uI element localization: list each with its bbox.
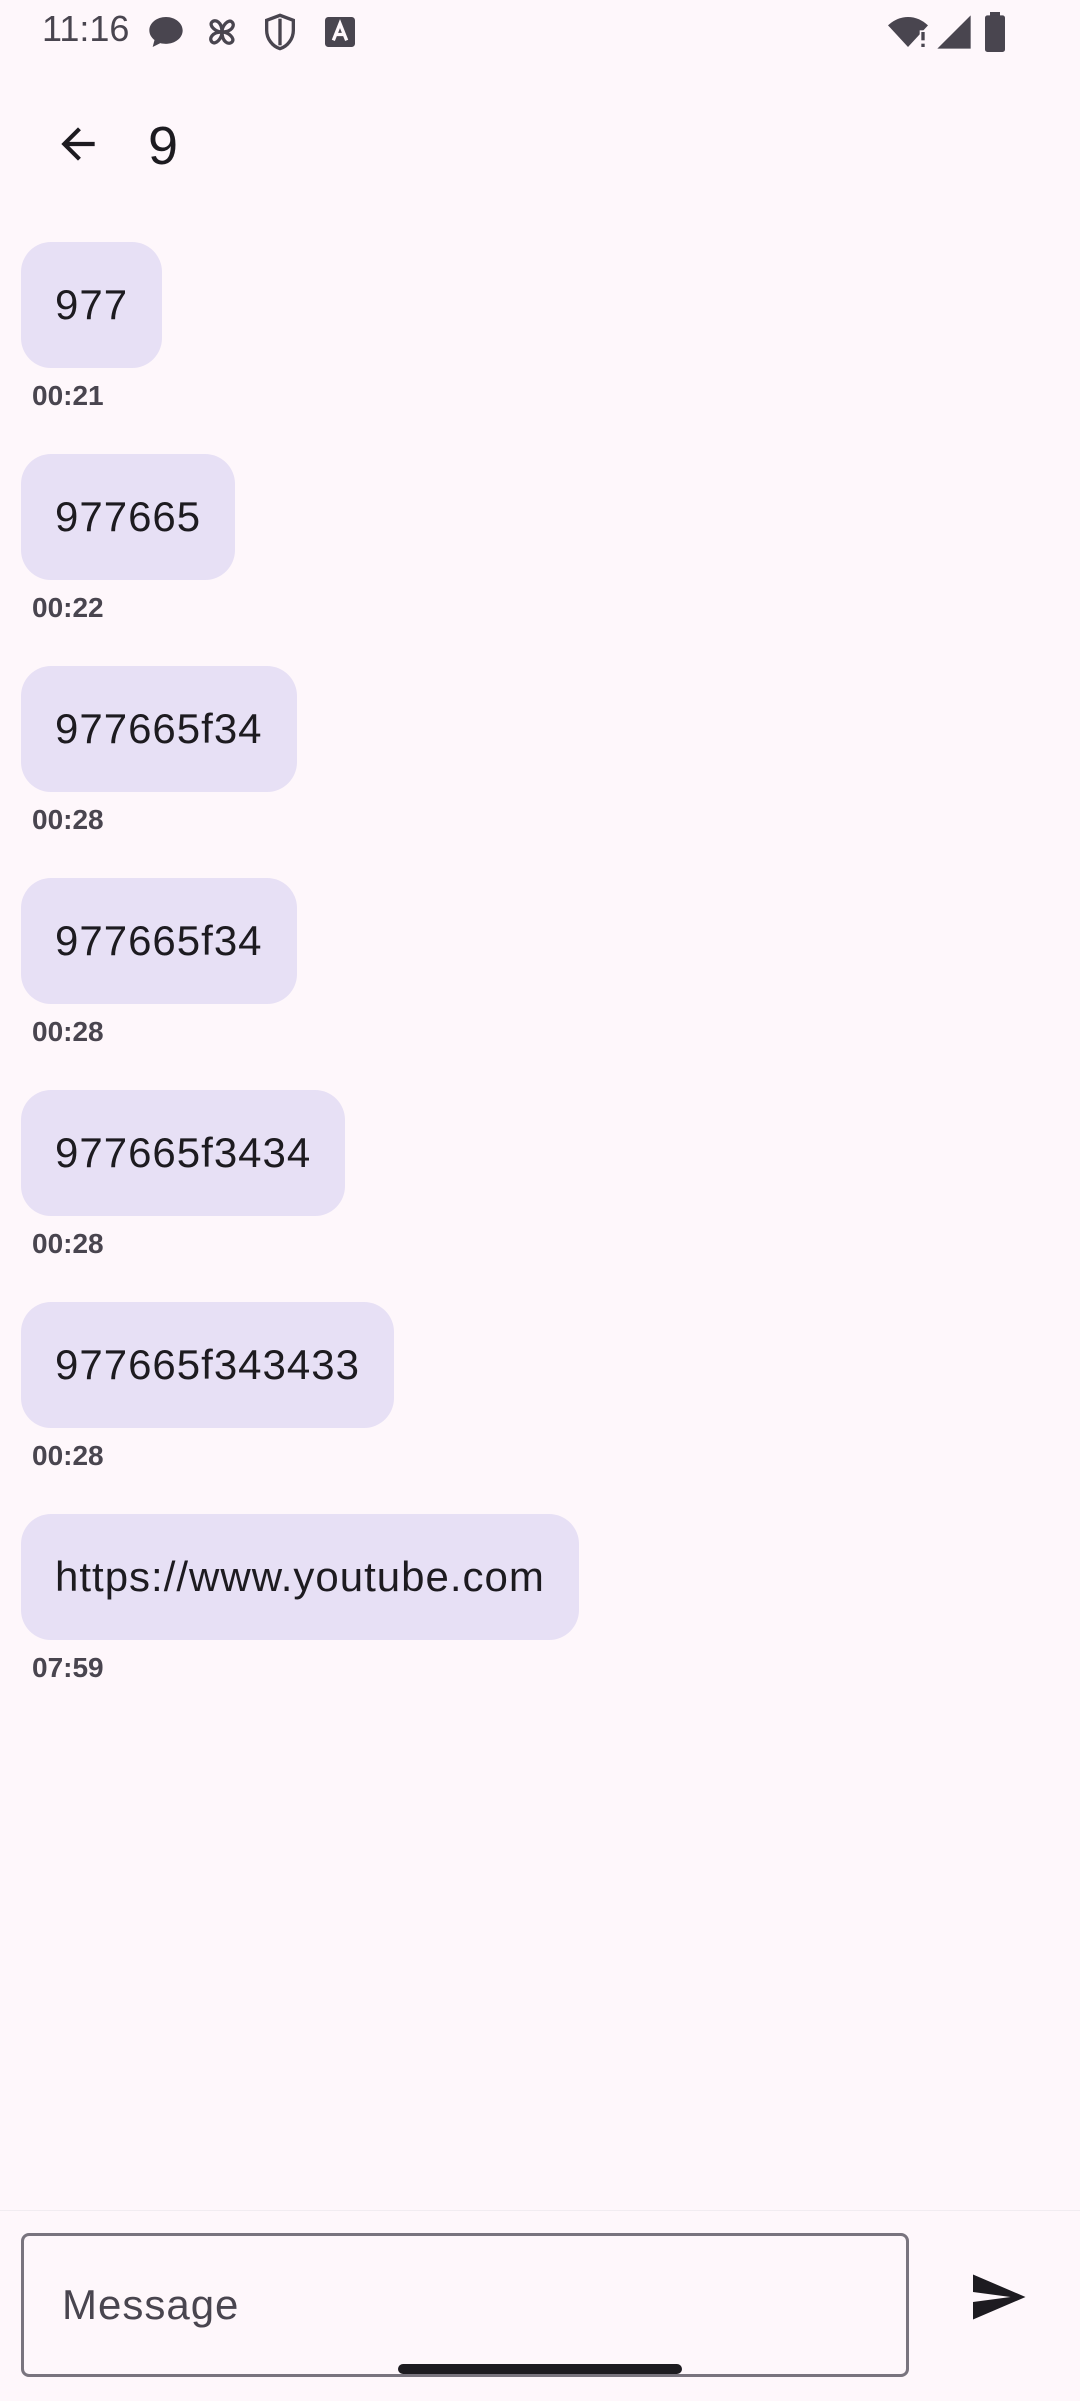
status-bar: 11:16 xyxy=(0,0,1080,64)
chat-bubble-icon xyxy=(146,12,186,52)
shield-icon xyxy=(260,12,300,52)
message-item: 977 00:21 xyxy=(21,242,163,411)
back-button[interactable] xyxy=(34,102,122,190)
send-icon xyxy=(968,2267,1028,2332)
message-time: 00:28 xyxy=(32,804,104,835)
message-item: 977665f3434 00:28 xyxy=(21,1090,346,1259)
message-item: 977665 00:22 xyxy=(21,454,236,623)
message-bubble[interactable]: 977665f343433 xyxy=(21,1302,394,1428)
status-time: 11:16 xyxy=(42,8,130,49)
message-item: 977665f343433 00:28 xyxy=(21,1302,394,1471)
send-button[interactable] xyxy=(950,2251,1046,2347)
message-bubble[interactable]: 977665f34 xyxy=(21,878,297,1004)
app-bar: 9 xyxy=(0,86,1080,206)
message-time: 00:28 xyxy=(32,1016,104,1047)
text-a-icon xyxy=(320,12,360,52)
message-item: 977665f34 00:28 xyxy=(21,666,297,835)
message-time: 00:21 xyxy=(32,380,104,411)
signal-icon xyxy=(934,12,974,52)
message-time: 07:59 xyxy=(32,1652,104,1683)
message-bubble[interactable]: 977665f3434 xyxy=(21,1090,346,1216)
message-time: 00:28 xyxy=(32,1228,104,1259)
battery-icon xyxy=(982,12,1022,53)
message-item: 977665f34 00:28 xyxy=(21,878,297,1047)
message-input[interactable] xyxy=(21,2233,909,2377)
message-time: 00:28 xyxy=(32,1440,104,1471)
wifi-alert-icon xyxy=(886,12,928,52)
pinwheel-icon xyxy=(202,12,242,52)
message-time: 00:22 xyxy=(32,592,104,623)
home-indicator[interactable] xyxy=(398,2364,682,2374)
message-item: https://www.youtube.com 07:59 xyxy=(21,1514,579,1683)
arrow-back-icon xyxy=(53,119,103,174)
conversation-title: 9 xyxy=(148,116,179,176)
message-bubble[interactable]: 977665f34 xyxy=(21,666,297,792)
message-bubble[interactable]: 977 xyxy=(21,242,163,368)
message-bubble[interactable]: 977665 xyxy=(21,454,236,580)
message-bubble[interactable]: https://www.youtube.com xyxy=(21,1514,579,1640)
